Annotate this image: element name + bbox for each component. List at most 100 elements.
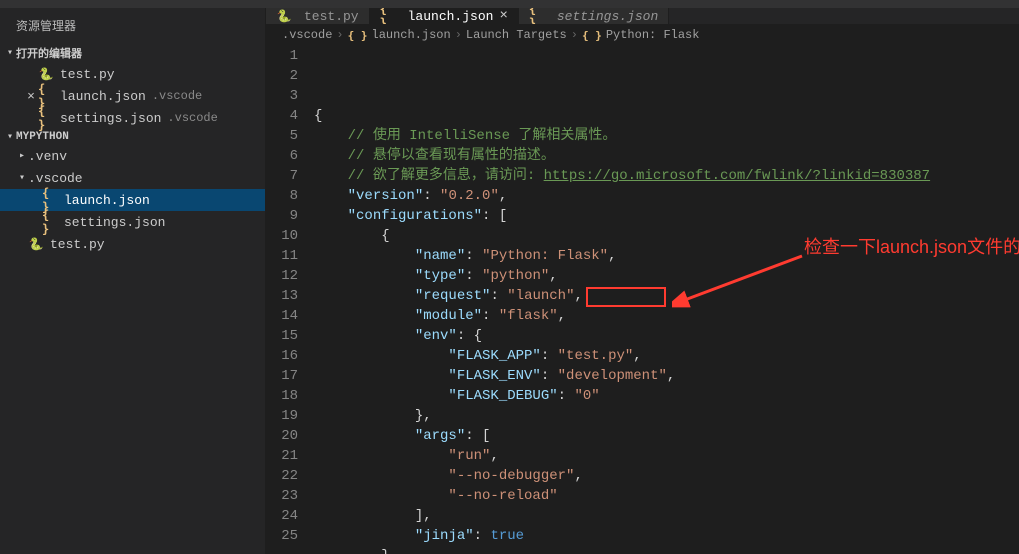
python-file-icon: 🐍: [38, 66, 54, 82]
code-line[interactable]: "--no-debugger",: [314, 466, 1019, 486]
code-line[interactable]: // 欲了解更多信息，请访问: https://go.microsoft.com…: [314, 166, 1019, 186]
line-number: 7: [266, 166, 298, 186]
line-number: 5: [266, 126, 298, 146]
code-line[interactable]: "--no-reload": [314, 486, 1019, 506]
code-line[interactable]: "request": "launch",: [314, 286, 1019, 306]
editor-tab[interactable]: { } settings.json: [519, 8, 669, 24]
chevron-down-icon: ▾: [4, 131, 16, 143]
line-number: 24: [266, 506, 298, 526]
code-line[interactable]: // 使用 IntelliSense 了解相关属性。: [314, 126, 1019, 146]
folder-item[interactable]: ▸.venv: [0, 145, 265, 167]
json-file-icon: { }: [38, 110, 54, 126]
code-line[interactable]: }: [314, 546, 1019, 554]
file-name: launch.json: [64, 193, 150, 208]
line-number: 1: [266, 46, 298, 66]
line-number: 6: [266, 146, 298, 166]
chevron-down-icon: ▾: [16, 172, 28, 184]
menubar[interactable]: [0, 0, 1019, 8]
line-number: 17: [266, 366, 298, 386]
line-number: 20: [266, 426, 298, 446]
breadcrumb-part[interactable]: .vscode: [282, 28, 332, 42]
editor-tab[interactable]: { }launch.json×: [370, 8, 519, 24]
line-number: 9: [266, 206, 298, 226]
open-editors-label: 打开的编辑器: [16, 45, 82, 61]
code-line[interactable]: "type": "python",: [314, 266, 1019, 286]
file-item[interactable]: { } settings.json: [0, 211, 265, 233]
open-editors-header[interactable]: ▾ 打开的编辑器: [0, 43, 265, 63]
line-number: 8: [266, 186, 298, 206]
json-braces-icon: { }: [582, 29, 602, 42]
file-name: launch.json: [60, 89, 146, 104]
chevron-down-icon: ▾: [4, 47, 16, 59]
file-item[interactable]: 🐍test.py: [0, 233, 265, 255]
open-editors-list: 🐍test.py×{ }launch.json.vscode{ }setting…: [0, 63, 265, 129]
json-file-icon: { }: [42, 214, 58, 230]
line-number: 16: [266, 346, 298, 366]
file-item[interactable]: { } launch.json: [0, 189, 265, 211]
tab-label: test.py: [304, 9, 359, 24]
code-line[interactable]: {: [314, 106, 1019, 126]
python-file-icon: 🐍: [28, 236, 44, 252]
folder-item[interactable]: ▾.vscode: [0, 167, 265, 189]
explorer-sidebar: 资源管理器 ▾ 打开的编辑器 🐍test.py×{ }launch.json.v…: [0, 8, 266, 554]
code-line[interactable]: "FLASK_APP": "test.py",: [314, 346, 1019, 366]
workspace-label: MYPYTHON: [16, 131, 69, 143]
code-line[interactable]: "args": [: [314, 426, 1019, 446]
code-content[interactable]: { // 使用 IntelliSense 了解相关属性。 // 悬停以查看现有属…: [314, 46, 1019, 554]
code-line[interactable]: "env": {: [314, 326, 1019, 346]
line-number-gutter: 1234567891011121314151617181920212223242…: [266, 46, 314, 554]
breadcrumbs[interactable]: .vscode › { } launch.json › Launch Targets › { …: [266, 24, 1019, 46]
line-number: 15: [266, 326, 298, 346]
code-editor[interactable]: 1234567891011121314151617181920212223242…: [266, 46, 1019, 554]
file-path-dim: .vscode: [152, 89, 202, 103]
code-line[interactable]: // 悬停以查看现有属性的描述。: [314, 146, 1019, 166]
line-number: 4: [266, 106, 298, 126]
line-number: 22: [266, 466, 298, 486]
close-icon[interactable]: ×: [499, 8, 507, 24]
folder-name: .vscode: [28, 171, 83, 186]
code-line[interactable]: ],: [314, 506, 1019, 526]
annotation-text: 检查一下launch.json文件的"FLASK_APP"是否是和刚才建立的te…: [804, 234, 1019, 260]
json-file-icon: { }: [42, 192, 58, 208]
explorer-title: 资源管理器: [0, 8, 265, 43]
file-path-dim: .vscode: [167, 111, 217, 125]
breadcrumb-separator: ›: [455, 28, 462, 42]
code-line[interactable]: "configurations": [: [314, 206, 1019, 226]
line-number: 23: [266, 486, 298, 506]
workspace-header[interactable]: ▾ MYPYTHON: [0, 129, 265, 145]
chevron-right-icon: ▸: [16, 150, 28, 162]
tab-bar: 🐍 test.py { } launch.json × { } settings.json: [266, 8, 1019, 24]
json-braces-icon: { }: [348, 29, 368, 42]
code-line[interactable]: "jinja": true: [314, 526, 1019, 546]
code-line[interactable]: },: [314, 406, 1019, 426]
close-icon[interactable]: ×: [24, 89, 38, 104]
open-editor-item[interactable]: { } settings.json .vscode: [0, 107, 265, 129]
line-number: 18: [266, 386, 298, 406]
tab-label: settings.json: [557, 9, 658, 24]
code-line[interactable]: "module": "flask",: [314, 306, 1019, 326]
python-file-icon: 🐍: [276, 8, 292, 24]
line-number: 3: [266, 86, 298, 106]
breadcrumb-separator: ›: [571, 28, 578, 42]
line-number: 14: [266, 306, 298, 326]
line-number: 2: [266, 66, 298, 86]
breadcrumb-part[interactable]: launch.json: [372, 28, 451, 42]
json-file-icon: { }: [529, 8, 545, 24]
json-file-icon: { }: [38, 88, 54, 104]
tab-label: launch.json: [408, 9, 494, 24]
code-line[interactable]: "FLASK_ENV": "development",: [314, 366, 1019, 386]
file-name: settings.json: [60, 111, 161, 126]
editor-area: 🐍test.py{ }launch.json×{ }settings.json …: [266, 8, 1019, 554]
breadcrumb-separator: ›: [336, 28, 343, 42]
folder-name: .venv: [28, 149, 67, 164]
workspace-tree: ▸.venv▾.vscode{ }launch.json{ }settings.…: [0, 145, 265, 255]
breadcrumb-part[interactable]: Python: Flask: [606, 28, 700, 42]
file-name: settings.json: [64, 215, 165, 230]
code-line[interactable]: "FLASK_DEBUG": "0": [314, 386, 1019, 406]
editor-tab[interactable]: 🐍 test.py: [266, 8, 370, 24]
line-number: 12: [266, 266, 298, 286]
code-line[interactable]: "run",: [314, 446, 1019, 466]
code-line[interactable]: "version": "0.2.0",: [314, 186, 1019, 206]
breadcrumb-part[interactable]: Launch Targets: [466, 28, 567, 42]
line-number: 21: [266, 446, 298, 466]
